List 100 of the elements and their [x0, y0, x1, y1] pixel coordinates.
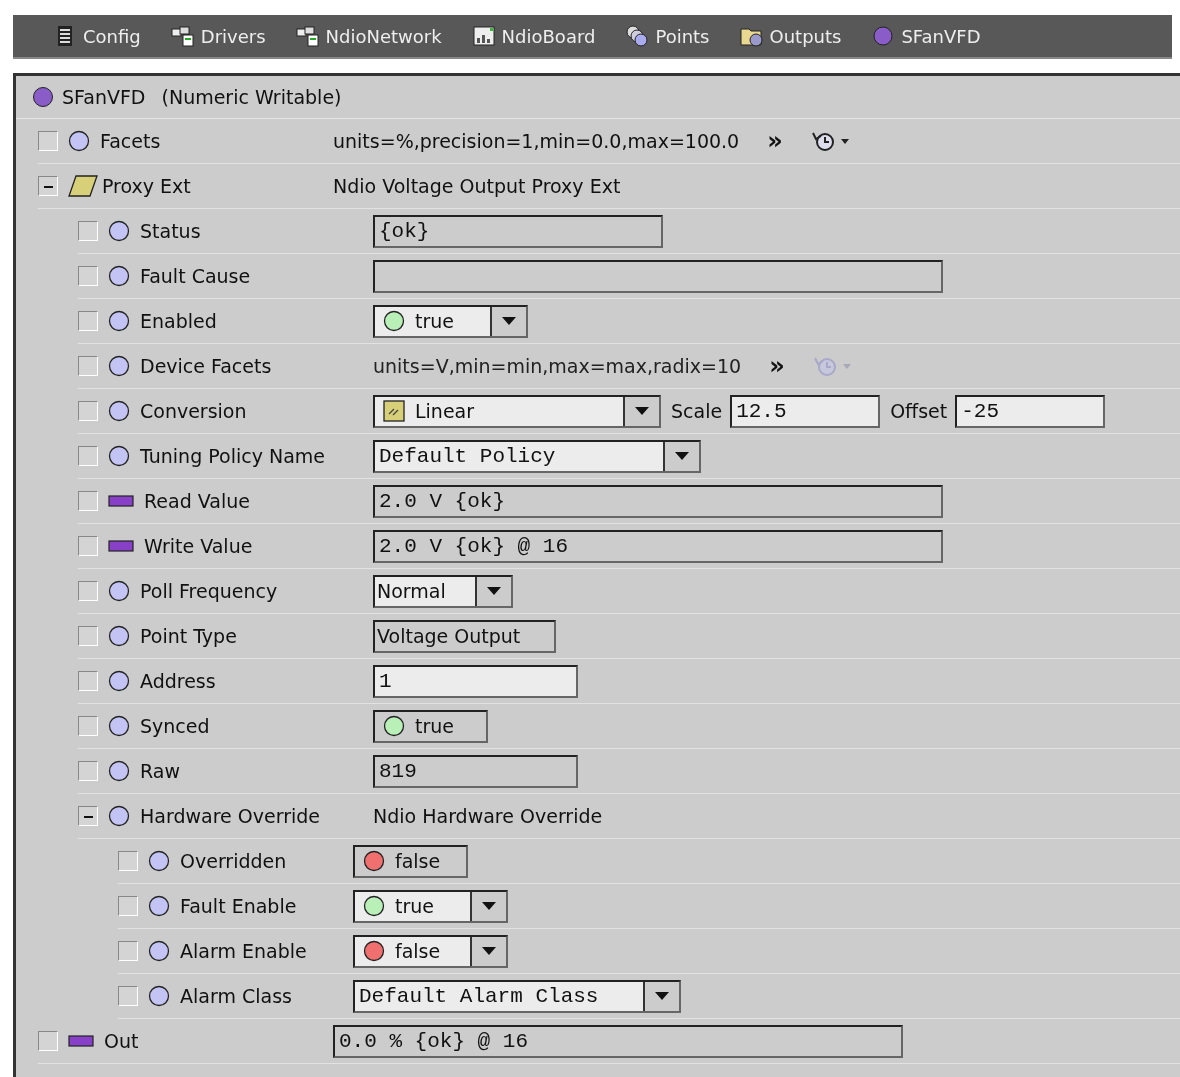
property-name: Address: [140, 670, 216, 692]
checkbox[interactable]: [78, 626, 98, 646]
property-name: Tuning Policy Name: [140, 445, 325, 467]
breadcrumb-link[interactable]: NdioNetwork: [295, 24, 442, 48]
value-field[interactable]: {ok}: [373, 214, 663, 248]
checkbox[interactable]: [78, 491, 98, 511]
circle-icon: [108, 760, 130, 782]
checkbox[interactable]: [38, 131, 58, 151]
property-name: Alarm Enable: [180, 940, 307, 962]
checkbox[interactable]: [78, 446, 98, 466]
property-name: Overridden: [180, 850, 287, 872]
circle-icon: [871, 24, 896, 48]
checkbox[interactable]: [78, 266, 98, 286]
checkbox[interactable]: [78, 536, 98, 556]
property-value: Ndio Hardware Override: [373, 805, 603, 827]
offset-label: Offset: [890, 400, 948, 422]
more-button[interactable]: »: [759, 129, 791, 153]
dropdown[interactable]: Normal: [373, 574, 513, 608]
breadcrumb-link[interactable]: Points: [625, 24, 710, 48]
value-field[interactable]: 819: [373, 754, 578, 788]
property-name: Write Value: [144, 535, 253, 557]
dropdown[interactable]: false: [353, 934, 508, 968]
bar-icon: [108, 495, 134, 507]
circle-icon: [108, 400, 130, 422]
value-field[interactable]: Voltage Output: [373, 619, 556, 653]
circle-icon: [108, 580, 130, 602]
property-name: Point Type: [140, 625, 237, 647]
property-name: Raw: [140, 760, 180, 782]
dropdown[interactable]: Default Alarm Class: [353, 979, 681, 1013]
breadcrumb-link[interactable]: Outputs: [739, 24, 842, 48]
breadcrumb-link[interactable]: NdioBoard: [471, 24, 596, 48]
dropdown-arrow-button[interactable]: [643, 981, 679, 1011]
checkbox[interactable]: [118, 896, 138, 916]
circle-icon: [108, 715, 130, 737]
breadcrumb-link[interactable]: Drivers: [170, 24, 266, 48]
dropdown-arrow-button[interactable]: [470, 936, 506, 966]
component-name: SFanVFD: [62, 86, 146, 108]
dropdown[interactable]: true: [373, 304, 528, 338]
component-type: (Numeric Writable): [161, 86, 342, 108]
dropdown[interactable]: true: [353, 889, 508, 923]
facets-value: units=V,min=min,max=max,radix=10: [373, 355, 742, 377]
value-field[interactable]: 2.0 V {ok} @ 16: [373, 529, 943, 563]
circle-icon: [108, 670, 130, 692]
dropdown[interactable]: Default Policy: [373, 439, 701, 473]
property-name: Read Value: [144, 490, 250, 512]
value-field[interactable]: 1: [373, 664, 578, 698]
circle-icon: [108, 625, 130, 647]
property-name: Proxy Ext: [102, 175, 191, 197]
offset-field[interactable]: -25: [955, 394, 1106, 428]
dropdown-arrow-button[interactable]: [623, 396, 659, 426]
property-name: Enabled: [140, 310, 217, 332]
value-field[interactable]: [373, 259, 943, 293]
property-name: Synced: [140, 715, 210, 737]
network-icon: [170, 24, 195, 48]
circle-icon: [108, 445, 130, 467]
collapse-toggle[interactable]: [38, 176, 58, 196]
property-name: Status: [140, 220, 201, 242]
property-name: Fault Enable: [180, 895, 297, 917]
bar-icon: [68, 1035, 94, 1047]
network-icon: [295, 24, 320, 48]
circle-icon: [108, 310, 130, 332]
checkbox[interactable]: [118, 941, 138, 961]
checkbox[interactable]: [78, 311, 98, 331]
property-name: Conversion: [140, 400, 247, 422]
circle-icon: [108, 355, 130, 377]
dropdown-arrow-button[interactable]: [490, 306, 526, 336]
scale-field[interactable]: 12.5: [730, 394, 881, 428]
checkbox[interactable]: [118, 851, 138, 871]
checkbox[interactable]: [78, 356, 98, 376]
property-value: Ndio Voltage Output Proxy Ext: [333, 175, 621, 197]
dropdown-arrow-button[interactable]: [470, 891, 506, 921]
property-name: Fault Cause: [140, 265, 251, 287]
circle-icon: [148, 895, 170, 917]
dropdown[interactable]: Linear: [373, 394, 661, 428]
checkbox[interactable]: [78, 221, 98, 241]
checkbox[interactable]: [78, 401, 98, 421]
circle-icon: [108, 220, 130, 242]
board-icon: [471, 24, 496, 48]
checkbox[interactable]: [118, 986, 138, 1006]
dropdown-arrow-button[interactable]: [663, 441, 699, 471]
breadcrumb-link[interactable]: SFanVFD: [871, 24, 981, 48]
checkbox[interactable]: [38, 1031, 58, 1051]
breadcrumb-link[interactable]: Config: [53, 24, 141, 48]
checkbox[interactable]: [78, 671, 98, 691]
value-field[interactable]: true: [373, 709, 488, 743]
stacked-circles-icon: [625, 24, 650, 48]
property-name: Device Facets: [140, 355, 272, 377]
checkbox[interactable]: [78, 581, 98, 601]
collapse-toggle[interactable]: [78, 806, 98, 826]
dropdown-arrow-button[interactable]: [475, 576, 511, 606]
circle-icon: [68, 130, 90, 152]
value-field[interactable]: 2.0 V {ok}: [373, 484, 943, 518]
value-field[interactable]: false: [353, 844, 468, 878]
checkbox[interactable]: [78, 761, 98, 781]
value-field[interactable]: 0.0 % {ok} @ 16: [333, 1024, 903, 1058]
scale-label: Scale: [671, 400, 723, 422]
parallelogram-icon: [68, 175, 98, 197]
property-name: Alarm Class: [180, 985, 292, 1007]
checkbox[interactable]: [78, 716, 98, 736]
linear-icon: [383, 400, 405, 422]
